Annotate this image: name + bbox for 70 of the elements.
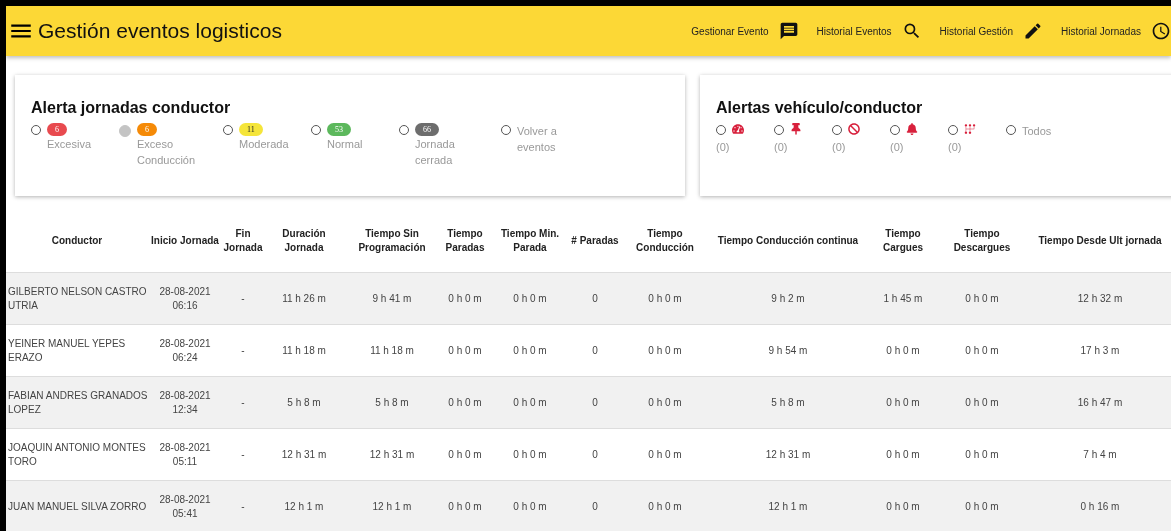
table-cell: 9 h 2 m [710,273,866,325]
pin-icon [790,123,802,135]
table-cell: 0 h 0 m [620,377,710,429]
table-cell: 28-08-2021 05:41 [148,481,222,531]
table-cell: 0 h 0 m [440,377,490,429]
table-cell: 0 h 0 m [440,481,490,531]
table-cell: 0 [570,273,620,325]
table-cell: 0 h 0 m [866,481,940,531]
table-cell: 9 h 41 m [344,273,440,325]
table-cell: 0 h 0 m [866,377,940,429]
table-cell: 5 h 8 m [710,377,866,429]
option-label: Todos [1022,124,1053,139]
table-cell: 12 h 1 m [264,481,344,531]
table-cell: - [222,377,264,429]
alert-count: (0) [774,141,788,153]
option-label: Normal [327,137,364,152]
alert-count: (0) [716,141,730,153]
speedometer-icon [732,123,744,135]
card-title: Alertas vehículo/conductor [716,99,924,117]
option-label: Moderada [239,137,290,152]
table-cell: 5 h 8 m [344,377,440,429]
table-cell: 5 h 8 m [264,377,344,429]
count-badge: 66 [415,123,439,136]
table-cell: 11 h 26 m [264,273,344,325]
table-cell: 0 h 0 m [440,273,490,325]
table-cell: 12 h 1 m [710,481,866,531]
table-cell: 1 h 45 m [866,273,940,325]
count-badge: 53 [327,123,351,136]
table-cell: JUAN MANUEL SILVA ZORRO [6,481,148,531]
nav-link[interactable]: Historial Gestión [939,21,1043,41]
table-cell: 0 h 0 m [940,273,1024,325]
table-cell: 12 h 1 m [344,481,440,531]
nav-link[interactable]: Gestionar Evento [691,21,799,41]
table-cell: 0 h 0 m [940,377,1024,429]
count-badge: 6 [137,123,157,136]
table-cell: FABIAN ANDRES GRANADOS LOPEZ [6,377,148,429]
table-cell: 0 h 0 m [620,481,710,531]
table-cell: 0 h 0 m [490,481,570,531]
option-label: Exceso Conducción [137,137,197,168]
alert-count: (0) [832,141,846,153]
table-cell: 28-08-2021 06:16 [148,273,222,325]
nav-link[interactable]: Historial Jornadas [1060,21,1171,41]
table-cell: 0 [570,377,620,429]
bell-icon [906,123,918,135]
table-cell: GILBERTO NELSON CASTRO UTRIA [6,273,148,325]
table-cell: 0 h 0 m [490,273,570,325]
alert-count: (0) [890,141,904,153]
table-cell: 28-08-2021 12:34 [148,377,222,429]
table-cell: 12 h 32 m [1024,273,1171,325]
gearshift-icon [964,123,976,135]
chat-icon [778,21,799,41]
clock-icon [1151,21,1171,41]
table-cell: - [222,273,264,325]
option-label: Excesiva [47,137,93,152]
table-cell: 0 h 0 m [940,481,1024,531]
table-cell: 0 h 0 m [620,273,710,325]
page-title: Gestión eventos logisticos [38,19,283,43]
table-cell: - [222,481,264,531]
card-title: Alerta jornadas conductor [31,99,232,117]
alert-count: (0) [948,141,962,153]
prohibited-icon [848,123,860,135]
table-cell: 0 h 16 m [1024,481,1171,531]
nav-link[interactable]: Historial Eventos [816,21,922,41]
count-badge: 11 [239,123,263,136]
table-cell: 0 [570,481,620,531]
table-cell: 16 h 47 m [1024,377,1171,429]
option-label: Volver a eventos [517,124,558,155]
table-cell: 0 h 0 m [490,377,570,429]
option-label: Jornada cerrada [415,137,456,168]
count-badge: 6 [47,123,67,136]
